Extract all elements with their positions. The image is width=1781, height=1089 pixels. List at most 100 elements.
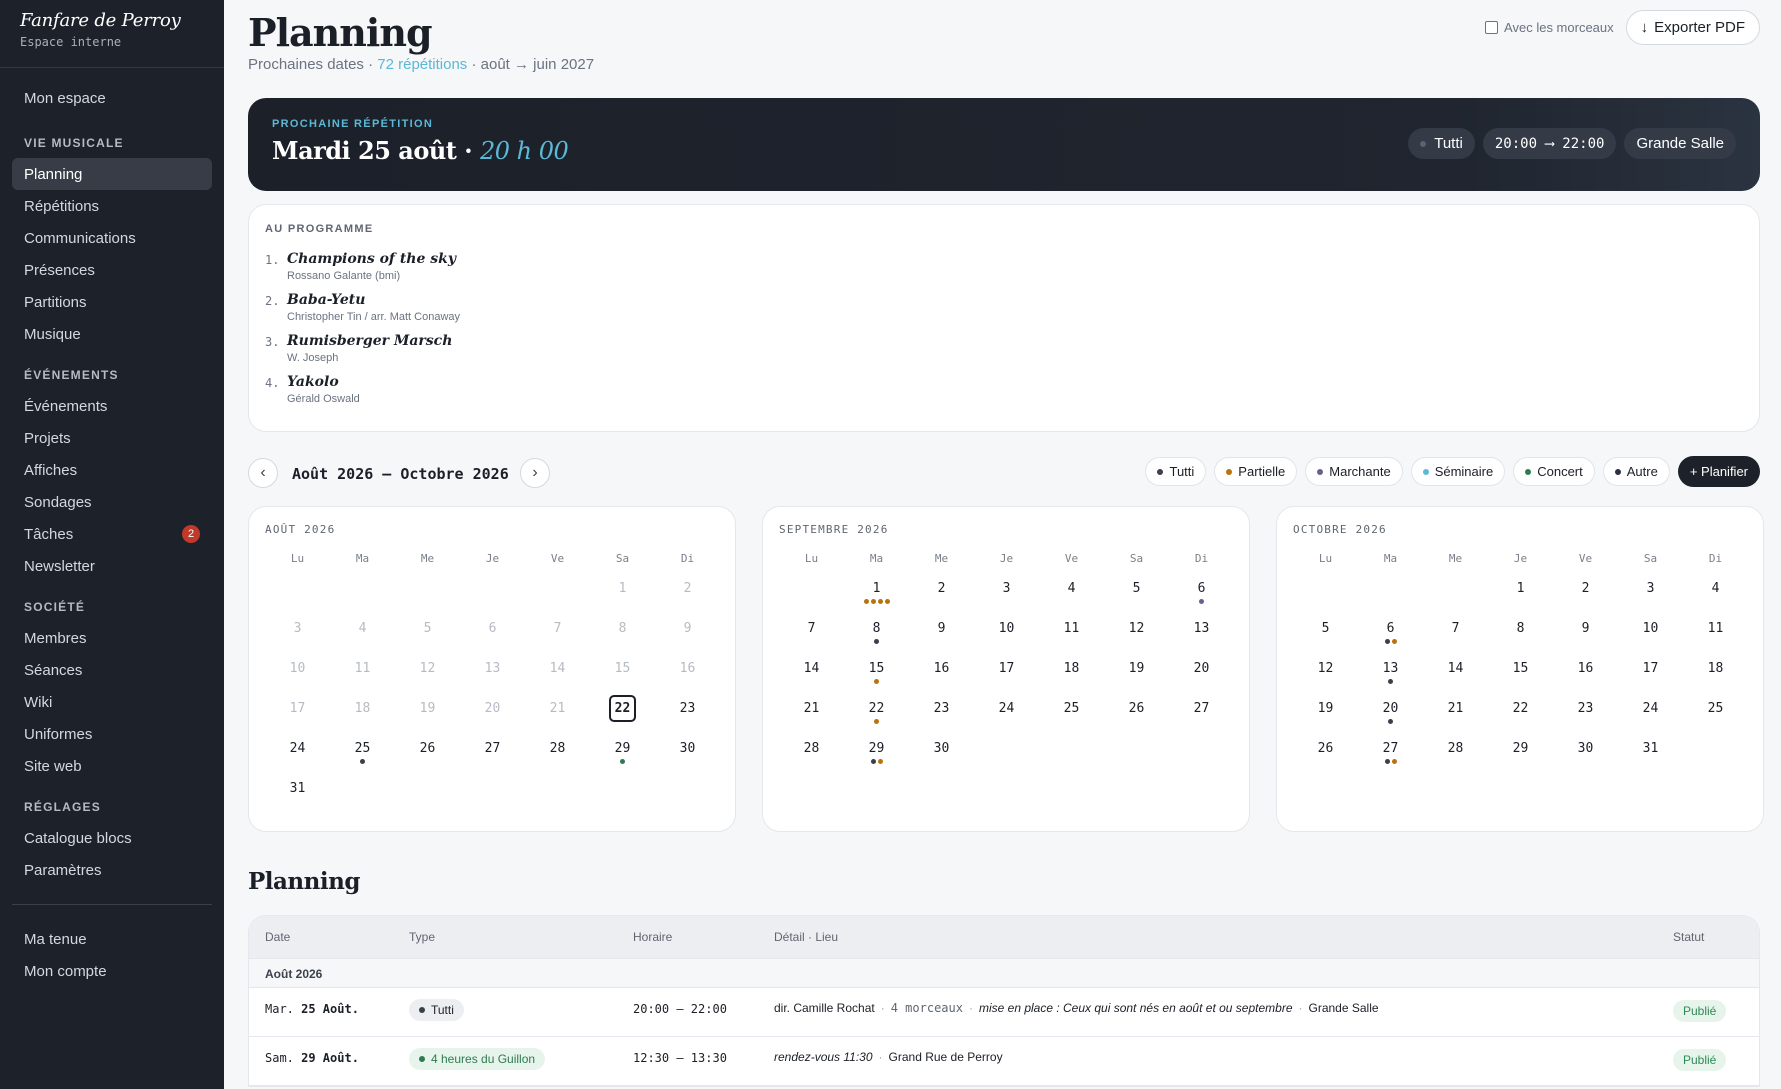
day-cell[interactable]: 3 xyxy=(1618,575,1683,615)
day-cell[interactable]: 8 xyxy=(1488,615,1553,655)
day-cell[interactable]: 2 xyxy=(1553,575,1618,615)
sidebar-item-partitions[interactable]: Partitions xyxy=(12,286,212,318)
day-cell[interactable]: 27 xyxy=(460,735,525,775)
with-pieces-toggle[interactable]: Avec les morceaux xyxy=(1485,20,1614,35)
day-cell[interactable]: 14 xyxy=(525,655,590,695)
column-header-type[interactable]: Type xyxy=(409,930,435,944)
export-pdf-button[interactable]: ↓ Exporter PDF xyxy=(1625,10,1760,45)
day-cell[interactable]: 7 xyxy=(779,615,844,655)
day-cell[interactable]: 24 xyxy=(974,695,1039,735)
next-period-button[interactable]: › xyxy=(520,458,550,488)
table-row[interactable]: Sam. 29 Août. 4 heures du Guillon 12:30 – … xyxy=(249,1037,1759,1086)
column-header-horaire[interactable]: Horaire xyxy=(633,930,672,944)
day-cell[interactable]: 3 xyxy=(974,575,1039,615)
sidebar-item-seances[interactable]: Séances xyxy=(12,654,212,686)
day-cell[interactable]: 9 xyxy=(909,615,974,655)
day-cell[interactable]: 29 xyxy=(590,735,655,775)
sidebar-item-repetitions[interactable]: Répétitions xyxy=(12,190,212,222)
day-cell[interactable]: 22 xyxy=(844,695,909,735)
day-cell[interactable]: 30 xyxy=(655,735,720,775)
legend-chip[interactable]: Autre xyxy=(1602,457,1670,486)
day-cell[interactable]: 26 xyxy=(395,735,460,775)
sidebar-item-wiki[interactable]: Wiki xyxy=(12,686,212,718)
day-cell[interactable]: 10 xyxy=(974,615,1039,655)
day-cell[interactable]: 17 xyxy=(265,695,330,735)
day-cell[interactable]: 17 xyxy=(1618,655,1683,695)
day-cell[interactable]: 22 xyxy=(1488,695,1553,735)
day-cell[interactable]: 24 xyxy=(1618,695,1683,735)
column-header-date[interactable]: Date xyxy=(265,930,290,944)
day-cell[interactable]: 16 xyxy=(1553,655,1618,695)
brand[interactable]: Fanfare de Perroy Espace interne xyxy=(0,0,224,68)
day-cell[interactable]: 23 xyxy=(655,695,720,735)
day-cell[interactable]: 6 xyxy=(1169,575,1234,615)
sidebar-item-planning[interactable]: Planning xyxy=(12,158,212,190)
day-cell[interactable]: 13 xyxy=(1169,615,1234,655)
sidebar-item-membres[interactable]: Membres xyxy=(12,622,212,654)
day-cell[interactable]: 4 xyxy=(1039,575,1104,615)
day-cell[interactable]: 18 xyxy=(330,695,395,735)
day-cell[interactable]: 16 xyxy=(655,655,720,695)
day-cell[interactable]: 16 xyxy=(909,655,974,695)
day-cell[interactable]: 10 xyxy=(1618,615,1683,655)
sidebar-item-site-web[interactable]: Site web xyxy=(12,750,212,782)
day-cell[interactable]: 6 xyxy=(460,615,525,655)
day-cell[interactable]: 1 xyxy=(1488,575,1553,615)
day-cell[interactable]: 30 xyxy=(909,735,974,775)
day-cell[interactable]: 17 xyxy=(974,655,1039,695)
sidebar-item-newsletter[interactable]: Newsletter xyxy=(12,550,212,582)
sidebar-item-uniformes[interactable]: Uniformes xyxy=(12,718,212,750)
day-cell[interactable]: 2 xyxy=(909,575,974,615)
day-cell[interactable]: 8 xyxy=(844,615,909,655)
legend-chip[interactable]: Séminaire xyxy=(1410,457,1506,486)
day-cell[interactable]: 11 xyxy=(1039,615,1104,655)
day-cell[interactable]: 19 xyxy=(1293,695,1358,735)
next-rehearsal-banner[interactable]: PROCHAINE RÉPÉTITION Mardi 25 août · 20 … xyxy=(248,98,1760,191)
column-header-statut[interactable]: Statut xyxy=(1673,930,1704,944)
add-planning-button[interactable]: + Planifier xyxy=(1677,456,1760,487)
day-cell[interactable]: 6 xyxy=(1358,615,1423,655)
legend-chip[interactable]: Concert xyxy=(1513,457,1595,486)
sidebar-item-taches[interactable]: Tâches 2 xyxy=(12,518,212,550)
legend-chip[interactable]: Partielle xyxy=(1214,457,1298,486)
sidebar-item-evenements[interactable]: Événements xyxy=(12,390,212,422)
day-cell[interactable]: 12 xyxy=(395,655,460,695)
day-cell[interactable]: 29 xyxy=(1488,735,1553,775)
day-cell[interactable]: 12 xyxy=(1293,655,1358,695)
day-cell[interactable]: 21 xyxy=(525,695,590,735)
day-cell[interactable]: 19 xyxy=(1104,655,1169,695)
day-cell[interactable]: 28 xyxy=(779,735,844,775)
sidebar-item-sondages[interactable]: Sondages xyxy=(12,486,212,518)
day-cell[interactable]: 30 xyxy=(1553,735,1618,775)
sidebar-item-mon-compte[interactable]: Mon compte xyxy=(12,955,212,987)
day-cell[interactable]: 25 xyxy=(330,735,395,775)
day-cell[interactable]: 10 xyxy=(265,655,330,695)
day-cell[interactable]: 14 xyxy=(1423,655,1488,695)
day-cell[interactable]: 14 xyxy=(779,655,844,695)
day-cell[interactable]: 26 xyxy=(1104,695,1169,735)
program-piece[interactable]: 2. Baba-Yetu Christopher Tin / arr. Matt … xyxy=(265,292,1743,323)
prev-period-button[interactable]: ‹ xyxy=(248,458,278,488)
day-cell[interactable]: 28 xyxy=(525,735,590,775)
day-cell[interactable]: 21 xyxy=(779,695,844,735)
with-pieces-checkbox[interactable] xyxy=(1485,21,1499,34)
day-cell[interactable]: 9 xyxy=(655,615,720,655)
day-cell[interactable]: 3 xyxy=(265,615,330,655)
program-piece[interactable]: 3. Rumisberger Marsch W. Joseph xyxy=(265,333,1743,364)
day-cell[interactable]: 26 xyxy=(1293,735,1358,775)
day-cell[interactable]: 13 xyxy=(1358,655,1423,695)
sidebar-item-musique[interactable]: Musique xyxy=(12,318,212,350)
sidebar-item-ma-tenue[interactable]: Ma tenue xyxy=(12,923,212,955)
day-cell[interactable]: 9 xyxy=(1553,615,1618,655)
day-cell[interactable]: 12 xyxy=(1104,615,1169,655)
day-cell[interactable]: 24 xyxy=(265,735,330,775)
column-header-detail[interactable]: Détail · Lieu xyxy=(774,930,838,944)
table-row[interactable]: Mar. 25 Août. Tutti 20:00 – 22:00 dir. Cami… xyxy=(249,988,1759,1037)
sidebar-item-catalogue-blocs[interactable]: Catalogue blocs xyxy=(12,822,212,854)
day-cell[interactable]: 29 xyxy=(844,735,909,775)
day-cell[interactable]: 4 xyxy=(1683,575,1748,615)
legend-chip[interactable]: Marchante xyxy=(1305,457,1403,486)
day-cell[interactable]: 8 xyxy=(590,615,655,655)
day-cell[interactable]: 25 xyxy=(1039,695,1104,735)
sidebar-item-affiches[interactable]: Affiches xyxy=(12,454,212,486)
